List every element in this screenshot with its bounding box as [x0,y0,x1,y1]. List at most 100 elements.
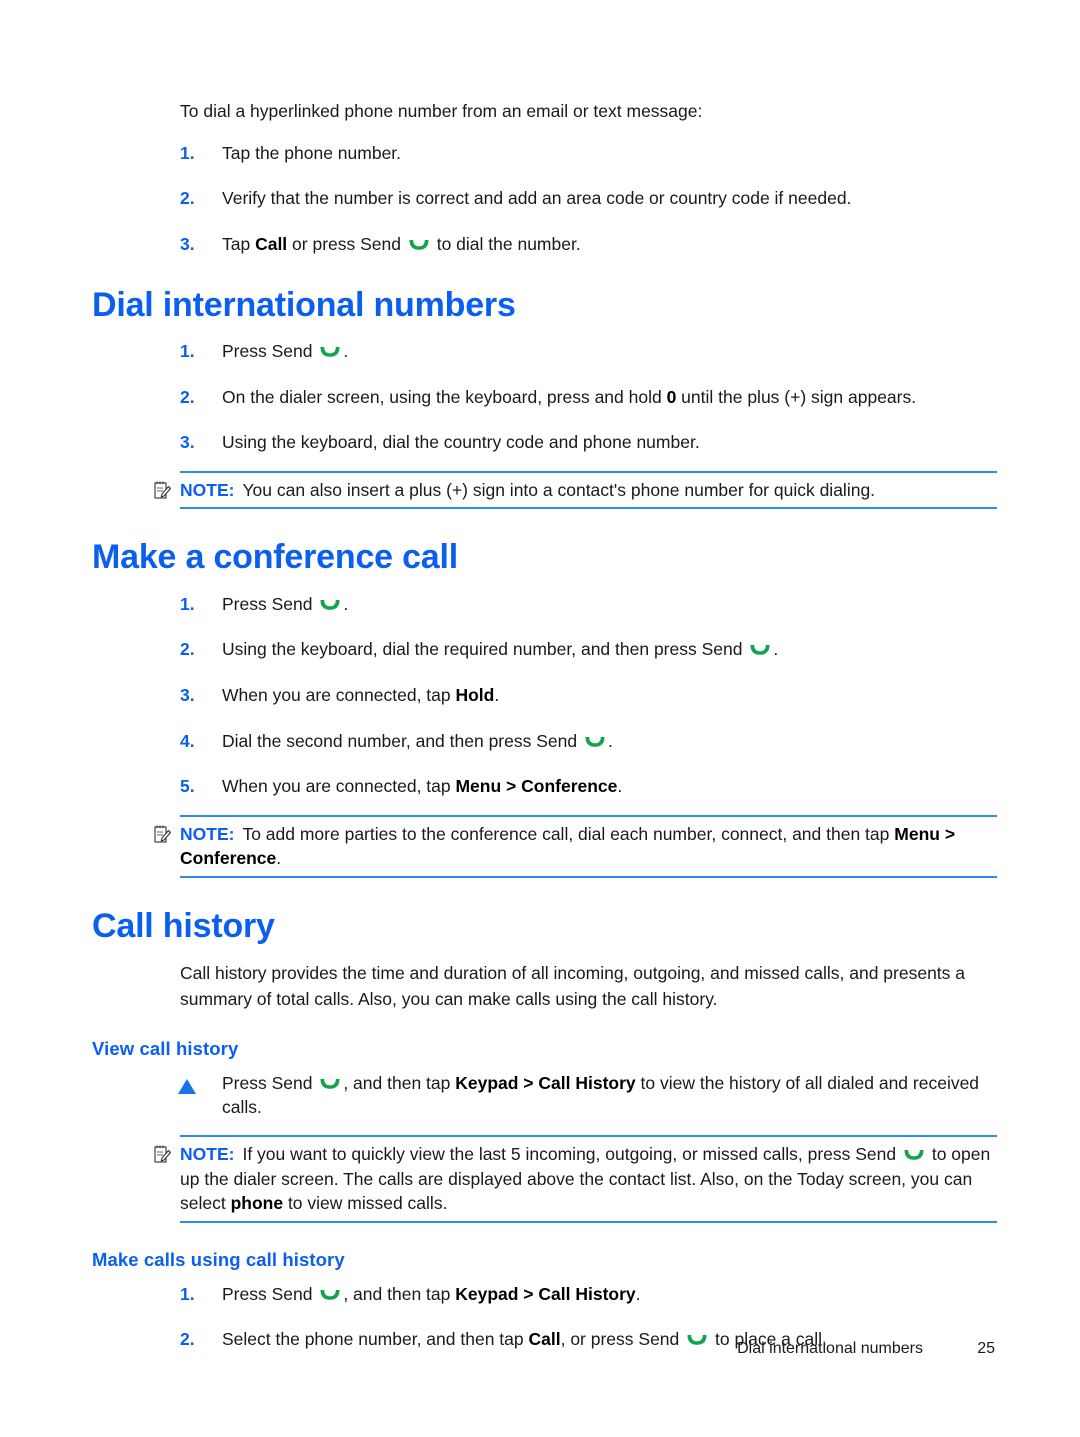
page-footer: Dial international numbers 25 [92,1340,995,1358]
send-icon [319,1078,341,1090]
note-body: . [276,848,282,869]
step-text: . [635,1283,641,1304]
note-block: NOTE: To add more parties to the conferen… [92,814,997,878]
note-body: To add more parties to the conference ca… [242,823,895,844]
subsection-title-view-call-history: View call history [92,1037,239,1059]
list-item: 2. Verify that the number is correct and… [92,187,997,211]
conference-call-steps: 1. Press Send . 2. Using the keyboard, d… [92,593,997,799]
document-page: To dial a hyperlinked phone number from … [0,0,1080,1437]
step-number: 2. [180,639,195,660]
intro-paragraph: To dial a hyperlinked phone number from … [180,101,703,121]
page-title: Dial international numbers [92,285,516,324]
step-text: . [343,593,349,614]
note-pad-pen-icon [154,480,172,500]
send-icon [319,346,341,358]
note-block: NOTE: You can also insert a plus (+) sign… [92,470,997,510]
emphasis-hold: Hold [455,684,495,705]
footer-page-number: 25 [977,1340,995,1357]
note-pad-pen-icon [154,824,172,844]
note-inner: NOTE: You can also insert a plus (+) sign… [154,471,997,510]
note-inner: NOTE: If you want to quickly view the las… [154,1135,997,1223]
send-icon [749,644,771,656]
send-icon [584,736,606,748]
note-block: NOTE: If you want to quickly view the las… [92,1135,997,1223]
step-text: . [494,684,500,705]
step-text: Press Send [222,340,318,361]
footer-section-title: Dial international numbers [737,1340,923,1357]
step-number: 4. [180,730,195,751]
note-text: NOTE: To add more parties to the conferen… [180,822,997,871]
step-number: 2. [180,188,195,209]
note-body: You can also insert a plus (+) sign into… [242,479,876,500]
step-number: 2. [180,386,195,407]
step-text: Dial the second number, and then press S… [222,730,582,751]
send-icon [408,239,430,251]
step-text: Press Send [222,1283,318,1304]
list-item: 3. Using the keyboard, dial the country … [92,431,997,455]
list-item: 3. Tap Call or press Send to dial the nu… [92,233,997,257]
step-text: On the dialer screen, using the keyboard… [222,386,667,407]
send-icon [903,1149,925,1161]
note-pad-pen-icon [154,1144,172,1164]
step-text: Press Send [222,1072,318,1093]
subsection-title-make-calls-using-call-history: Make calls using call history [92,1248,345,1270]
list-item: 5. When you are connected, tap Menu > Co… [92,775,997,799]
step-text: Using the keyboard, dial the country cod… [222,432,700,453]
list-item: 1. Press Send . [92,593,997,617]
step-text: to dial the number. [431,233,581,254]
step-text: When you are connected, tap [222,776,456,797]
step-text: , and then tap [343,1072,456,1093]
step-number: 5. [180,776,195,797]
step-text: or press Send [287,233,406,254]
list-item: Press Send , and then tap Keypad > Call … [92,1072,997,1119]
view-call-history-bullets: Press Send , and then tap Keypad > Call … [92,1072,997,1119]
step-text: . [607,730,613,751]
step-number: 3. [180,432,195,453]
note-label: NOTE: [180,1144,235,1165]
step-text: When you are connected, tap [222,684,456,705]
step-text: Tap the phone number. [222,142,402,163]
list-item: 2. On the dialer screen, using the keybo… [92,386,997,410]
step-text: until the plus (+) sign appears. [676,386,917,407]
list-item: 1. Tap the phone number. [92,142,997,166]
step-number: 1. [180,1283,195,1304]
list-item: 1. Press Send , and then tap Keypad > Ca… [92,1283,997,1307]
send-icon [319,1289,341,1301]
step-text: Verify that the number is correct and ad… [222,188,852,209]
step-text: , and then tap [343,1283,456,1304]
page-title: Call history [92,906,275,945]
page-content: To dial a hyperlinked phone number from … [92,100,997,1352]
step-text: Press Send [222,593,318,614]
page-title: Make a conference call [92,538,459,577]
send-icon [319,599,341,611]
step-text: . [617,776,623,797]
step-number: 1. [180,340,195,361]
emphasis-call: Call [255,233,288,254]
note-body: to view missed calls. [283,1193,448,1214]
step-number: 3. [180,233,195,254]
list-item: 1. Press Send . [92,340,997,364]
note-text: NOTE: You can also insert a plus (+) sign… [180,478,997,503]
list-item: 4. Dial the second number, and then pres… [92,730,997,754]
note-body: If you want to quickly view the last 5 i… [242,1144,901,1165]
note-label: NOTE: [180,479,235,500]
note-text: NOTE: If you want to quickly view the las… [180,1142,997,1216]
call-history-paragraph: Call history provides the time and durat… [180,963,966,1009]
emphasis-menu-conference: Menu > Conference [455,776,618,797]
step-text: . [343,340,349,361]
list-item: 3. When you are connected, tap Hold. [92,684,997,708]
step-text: Tap [222,233,256,254]
hyperlink-steps-list: 1. Tap the phone number. 2. Verify that … [92,142,997,257]
emphasis-keypad-call-history: Keypad > Call History [455,1072,636,1093]
emphasis-keypad-call-history: Keypad > Call History [455,1283,636,1304]
note-label: NOTE: [180,823,235,844]
step-number: 1. [180,593,195,614]
step-number: 1. [180,142,195,163]
step-number: 3. [180,684,195,705]
dial-international-steps: 1. Press Send . 2. On the dialer screen,… [92,340,997,455]
emphasis-phone: phone [230,1193,284,1214]
step-text: Using the keyboard, dial the required nu… [222,639,748,660]
emphasis-zero: 0 [666,386,677,407]
list-item: 2. Using the keyboard, dial the required… [92,638,997,662]
step-text: . [773,639,779,660]
